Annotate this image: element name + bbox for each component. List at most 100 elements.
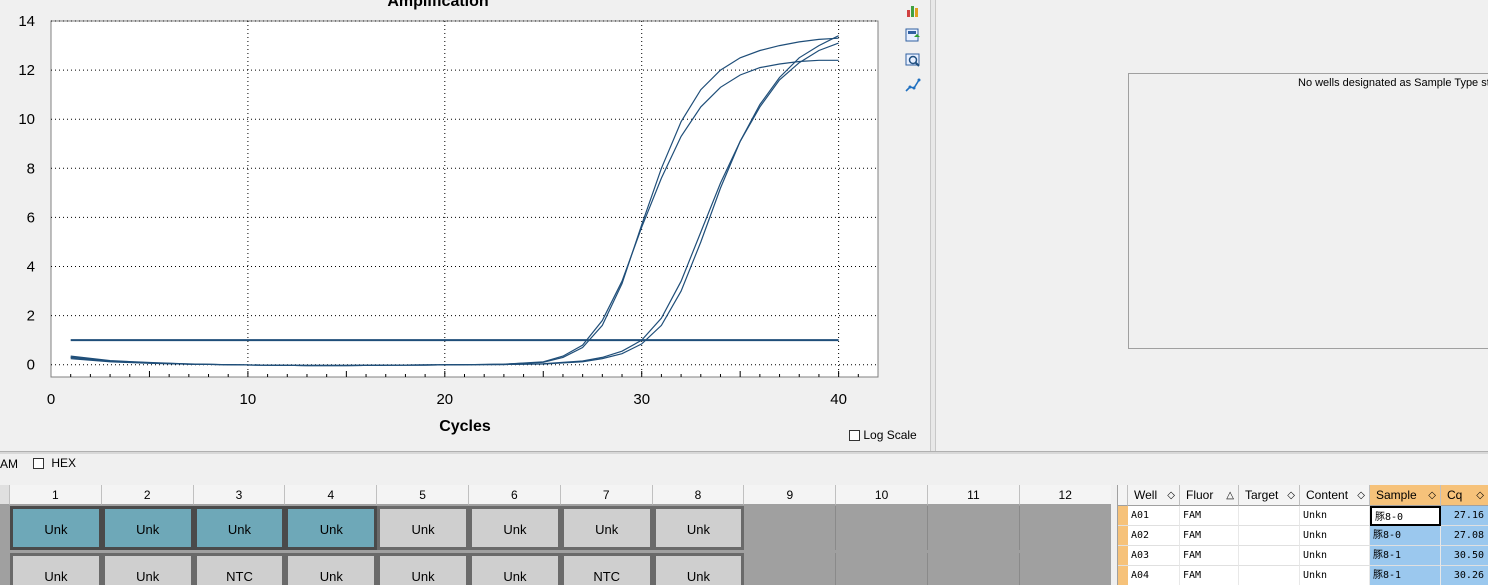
plate-column-header[interactable]: 7 (560, 485, 653, 505)
plate-well-empty[interactable] (836, 553, 928, 585)
cell-well[interactable]: A01 (1128, 506, 1180, 526)
plate-well[interactable]: Unk (560, 506, 653, 550)
plate-well[interactable]: Unk (10, 506, 102, 550)
plate-column-header[interactable]: 8 (652, 485, 745, 505)
plate-well[interactable]: Unk (10, 553, 102, 585)
header-sample[interactable]: Sample ◇ (1370, 485, 1441, 506)
cell-target[interactable] (1239, 526, 1300, 546)
cell-fluor[interactable]: FAM (1180, 526, 1239, 546)
row-selector[interactable] (1118, 526, 1128, 546)
header-fluor[interactable]: Fluor △ (1180, 485, 1239, 506)
plate-well-empty[interactable] (836, 506, 928, 550)
x-tick-label: 0 (47, 391, 55, 408)
cell-content[interactable]: Unkn (1300, 546, 1370, 566)
cell-fluor[interactable]: FAM (1180, 566, 1239, 585)
plate-column-header[interactable]: 9 (744, 485, 837, 505)
plate-well-empty[interactable] (1019, 553, 1111, 585)
log-scale-checkbox[interactable] (849, 430, 860, 442)
plate-well[interactable]: NTC (560, 553, 653, 585)
plate-well-empty[interactable] (928, 553, 1020, 585)
plate-well[interactable]: Unk (469, 553, 561, 585)
y-tick-label: 0 (27, 357, 35, 374)
hex-label: HEX (51, 456, 77, 470)
fam-label[interactable]: AM (0, 457, 18, 471)
plate-well[interactable]: Unk (652, 553, 745, 585)
cell-cq[interactable]: 30.50 (1441, 546, 1488, 566)
cell-sample[interactable]: 豚8-0 (1370, 506, 1441, 526)
header-cq[interactable]: Cq ◇ (1441, 485, 1488, 506)
sample-type-info-box: No wells designated as Sample Type sta (1128, 73, 1488, 349)
well-table: Well ◇ Fluor △ Target ◇ Content ◇ Sample ◇ Cq… (1117, 485, 1488, 585)
plate-well[interactable]: Unk (101, 506, 194, 550)
plate-column-header[interactable]: 3 (193, 485, 286, 505)
log-scale-label: Log Scale (863, 428, 917, 442)
plate-well[interactable]: Unk (377, 506, 469, 550)
plate-well[interactable]: Unk (285, 506, 378, 550)
plate-column-header[interactable]: 2 (101, 485, 194, 505)
cell-well[interactable]: A04 (1128, 566, 1180, 585)
plate-well[interactable]: NTC (193, 553, 286, 585)
plate-column-header[interactable]: 11 (928, 485, 1020, 505)
cell-well[interactable]: A03 (1128, 546, 1180, 566)
plate-well[interactable]: Unk (652, 506, 745, 550)
plate-corner[interactable] (0, 485, 10, 505)
header-target[interactable]: Target ◇ (1239, 485, 1300, 506)
cell-well[interactable]: A02 (1128, 526, 1180, 546)
hex-checkbox[interactable] (33, 458, 44, 470)
row-selector[interactable] (1118, 546, 1128, 566)
export-icon[interactable] (905, 27, 921, 46)
x-tick-label: 10 (240, 391, 257, 408)
cell-content[interactable]: Unkn (1300, 566, 1370, 585)
y-tick-label: 12 (18, 62, 35, 79)
cell-cq[interactable]: 27.08 (1441, 526, 1488, 546)
plate-well[interactable]: Unk (377, 553, 469, 585)
plate-well[interactable]: Unk (193, 506, 286, 550)
y-tick-label: 6 (27, 209, 35, 226)
plate-column-header[interactable]: 4 (285, 485, 378, 505)
cell-cq[interactable]: 30.26 (1441, 566, 1488, 585)
cell-sample[interactable]: 豚8-1 (1370, 566, 1441, 585)
cell-content[interactable]: Unkn (1300, 526, 1370, 546)
cell-sample[interactable]: 豚8-0 (1370, 526, 1441, 546)
plate-well-empty[interactable] (744, 506, 837, 550)
plate-column-header[interactable]: 6 (469, 485, 561, 505)
plate-well-empty[interactable] (744, 553, 837, 585)
row-selector[interactable] (1118, 506, 1128, 526)
header-content[interactable]: Content ◇ (1300, 485, 1370, 506)
zoom-icon[interactable] (905, 52, 921, 71)
plate-well[interactable]: Unk (285, 553, 378, 585)
cell-cq[interactable]: 27.16 (1441, 506, 1488, 526)
plate-view: 1 2 3 4 5 6 7 8 9 10 11 12 Unk Unk Unk Unk Unk Unk Unk Unk… (0, 485, 1111, 585)
plate-column-header[interactable]: 1 (10, 485, 102, 505)
header-well[interactable]: Well ◇ (1128, 485, 1180, 506)
plate-well-empty[interactable] (928, 506, 1020, 550)
cell-sample[interactable]: 豚8-1 (1370, 546, 1441, 566)
plate-column-header[interactable]: 5 (377, 485, 469, 505)
row-selector[interactable] (1118, 566, 1128, 585)
plate-well-empty[interactable] (1019, 506, 1111, 550)
plate-well[interactable]: Unk (101, 553, 194, 585)
plate-well[interactable]: Unk (469, 506, 561, 550)
horizontal-splitter[interactable] (0, 451, 1488, 454)
y-tick-label: 8 (27, 160, 35, 177)
cell-target[interactable] (1239, 566, 1300, 585)
log-scale-option[interactable]: Log Scale (849, 428, 917, 442)
plate-column-header[interactable]: 10 (836, 485, 928, 505)
chart-settings-icon[interactable] (905, 2, 921, 21)
cell-target[interactable] (1239, 506, 1300, 526)
cell-fluor[interactable]: FAM (1180, 546, 1239, 566)
cell-target[interactable] (1239, 546, 1300, 566)
x-tick-label: 20 (436, 391, 453, 408)
info-message: No wells designated as Sample Type sta (1298, 77, 1488, 89)
table-corner[interactable] (1118, 485, 1128, 506)
cell-fluor[interactable]: FAM (1180, 506, 1239, 526)
x-axis-title: Cycles (439, 418, 491, 435)
fluorophore-bar: AM HEX (0, 455, 1488, 479)
amplification-chart[interactable]: 0 10 20 30 40 0 2 4 6 8 10 12 14 Amplification Cycle… (0, 0, 930, 451)
y-tick-label: 14 (18, 13, 35, 30)
plate-column-header[interactable]: 12 (1019, 485, 1111, 505)
y-tick-label: 10 (18, 111, 35, 128)
x-tick-label: 30 (633, 391, 650, 408)
curve-icon[interactable] (905, 77, 921, 96)
cell-content[interactable]: Unkn (1300, 506, 1370, 526)
